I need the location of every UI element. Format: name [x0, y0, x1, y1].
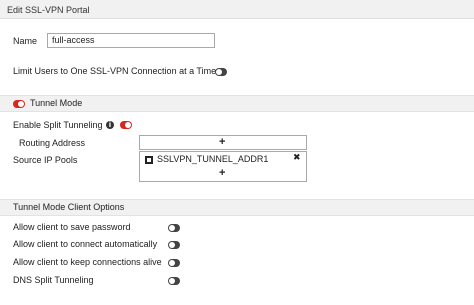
add-routing-address-icon[interactable]: + [219, 137, 225, 148]
name-label: Name [13, 36, 38, 46]
routing-address-label: Routing Address [19, 138, 86, 148]
auto-connect-toggle[interactable] [168, 241, 180, 249]
limit-users-toggle[interactable] [215, 68, 227, 76]
dns-split-tunneling-toggle[interactable] [168, 277, 180, 285]
save-password-toggle[interactable] [168, 224, 180, 232]
source-ip-pools-label: Source IP Pools [13, 155, 78, 165]
name-input[interactable]: full-access [47, 33, 215, 48]
remove-entry-icon[interactable]: ✖ [293, 153, 301, 164]
tunnel-mode-toggle[interactable] [13, 100, 25, 108]
window-title: Edit SSL-VPN Portal [7, 5, 90, 15]
keep-alive-label: Allow client to keep connections alive [13, 257, 162, 267]
save-password-label: Allow client to save password [13, 222, 131, 232]
split-tunneling-toggle[interactable] [120, 121, 132, 129]
name-input-value: full-access [52, 35, 95, 45]
info-icon[interactable]: i [106, 121, 114, 129]
limit-users-label: Limit Users to One SSL-VPN Connection at… [13, 66, 217, 76]
routing-address-field[interactable]: + [139, 135, 307, 150]
client-options-header: Tunnel Mode Client Options [13, 202, 125, 212]
address-object-icon [145, 156, 153, 164]
auto-connect-label: Allow client to connect automatically [13, 239, 158, 249]
source-ip-pools-field[interactable]: SSLVPN_TUNNEL_ADDR1 ✖ + [139, 151, 307, 182]
add-source-ip-pool-icon[interactable]: + [219, 168, 225, 179]
dns-split-tunneling-label: DNS Split Tunneling [13, 275, 94, 285]
title-bar: Edit SSL-VPN Portal [0, 0, 474, 19]
tunnel-mode-label: Tunnel Mode [30, 98, 83, 108]
keep-alive-toggle[interactable] [168, 259, 180, 267]
split-tunneling-label: Enable Split Tunneling [13, 120, 103, 130]
source-ip-pool-entry: SSLVPN_TUNNEL_ADDR1 [157, 154, 269, 164]
